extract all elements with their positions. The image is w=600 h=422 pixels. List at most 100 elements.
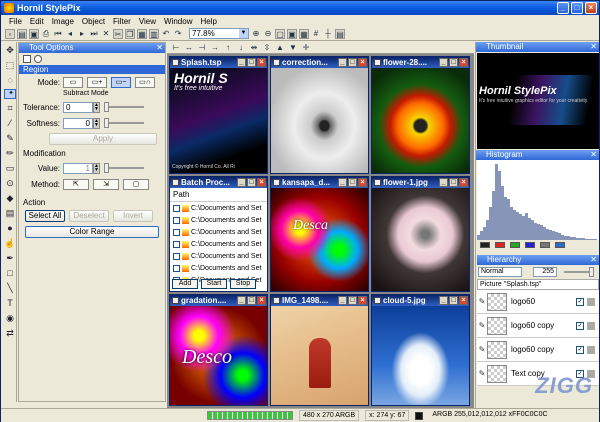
layer-row[interactable]: ✎ logo60 copy ✓ <box>477 314 599 338</box>
gradient-tool-icon[interactable]: ▤ <box>4 207 16 219</box>
close-icon[interactable]: × <box>257 178 266 187</box>
minimize-icon[interactable]: _ <box>237 58 246 67</box>
maximize-icon[interactable]: □ <box>348 178 357 187</box>
doc-window-splash[interactable]: Splash.tsp _ □ × Hornil S It's free intuit… <box>169 56 268 174</box>
redo-icon[interactable]: ↷ <box>173 29 183 39</box>
close-icon[interactable]: × <box>459 58 468 67</box>
distribute-h-icon[interactable]: ⇹ <box>249 43 259 53</box>
deselect-button[interactable]: Deselect <box>69 210 109 222</box>
color-range-button[interactable]: Color Range <box>25 226 159 238</box>
doc-canvas[interactable]: Desca <box>271 188 368 291</box>
maximize-icon[interactable]: □ <box>348 58 357 67</box>
close-icon[interactable]: × <box>358 58 367 67</box>
method-expand-button[interactable]: ⇱ <box>63 178 89 190</box>
add-button[interactable]: Add <box>172 279 198 289</box>
minimize-icon[interactable]: _ <box>237 178 246 187</box>
menu-edit[interactable]: Edit <box>26 17 48 26</box>
full-view-icon[interactable]: ▦ <box>299 28 309 39</box>
doc-window-cloud[interactable]: cloud-5.jpg _ □ × <box>371 294 470 406</box>
list-item[interactable]: C:\Documents and Set <box>170 226 267 238</box>
maximize-icon[interactable]: □ <box>449 58 458 67</box>
menu-file[interactable]: File <box>5 17 26 26</box>
doc-title[interactable]: IMG_1498.... _ □ × <box>271 295 368 306</box>
actual-size-icon[interactable]: ▣ <box>287 28 297 39</box>
eraser-tool-icon[interactable]: ▭ <box>4 162 16 174</box>
zoom-in-icon[interactable]: ⊕ <box>251 29 261 39</box>
method-border-button[interactable]: ▢ <box>123 178 149 190</box>
crop-icon[interactable]: ▥ <box>149 28 159 39</box>
select-all-button[interactable]: Select All <box>25 210 65 222</box>
doc-title[interactable]: cloud-5.jpg _ □ × <box>372 295 469 306</box>
doc-canvas[interactable]: Desco <box>170 306 267 405</box>
maximize-icon[interactable]: □ <box>247 58 256 67</box>
menu-window[interactable]: Window <box>160 17 196 26</box>
arrow-up-icon[interactable]: ↑ <box>223 43 233 53</box>
close-icon[interactable]: × <box>358 296 367 305</box>
crop-tool-icon[interactable]: ⌗ <box>4 102 16 114</box>
visibility-checkbox[interactable]: ✓ <box>576 297 584 306</box>
softness-input[interactable]: 0 <box>63 117 93 129</box>
close-button[interactable]: × <box>585 2 597 14</box>
doc-title[interactable]: correction... _ □ × <box>271 57 368 68</box>
close-icon[interactable]: ✕ <box>590 150 597 160</box>
value-slider[interactable] <box>104 163 144 173</box>
lock-icon[interactable] <box>587 345 595 354</box>
doc-title[interactable]: kansapa_d... _ □ × <box>271 177 368 188</box>
layer-row[interactable]: ✎ logo60 ✓ <box>477 290 599 314</box>
stop-button[interactable]: Stop <box>230 279 256 289</box>
close-icon[interactable]: ✕ <box>590 255 597 265</box>
visibility-checkbox[interactable]: ✓ <box>576 321 584 330</box>
new-icon[interactable]: ▫ <box>5 28 15 39</box>
mode-new-button[interactable]: ▭ <box>63 76 83 88</box>
tolerance-slider[interactable] <box>104 102 144 112</box>
align-right-icon[interactable]: ⊣ <box>197 43 207 53</box>
menu-help[interactable]: Help <box>196 17 220 26</box>
visibility-checkbox[interactable]: ✓ <box>576 345 584 354</box>
channel-red-icon[interactable] <box>495 242 505 248</box>
line-tool-icon[interactable]: ╲ <box>4 282 16 294</box>
chevron-down-icon[interactable]: ▼ <box>239 29 248 38</box>
lock-icon[interactable] <box>587 297 595 306</box>
doc-title[interactable]: flower-1.jpg _ □ × <box>372 177 469 188</box>
value-input[interactable]: 1 <box>63 162 93 174</box>
open-icon[interactable]: ▤ <box>17 28 27 39</box>
opacity-slider[interactable] <box>564 267 594 277</box>
pencil-tool-icon[interactable]: ✏ <box>4 147 16 159</box>
blur-tool-icon[interactable]: ● <box>4 222 16 234</box>
blend-mode-select[interactable]: Normal <box>478 267 522 277</box>
prev-icon[interactable]: ◂ <box>65 29 75 39</box>
doc-canvas[interactable] <box>372 306 469 405</box>
channel-blue-icon[interactable] <box>525 242 535 248</box>
maximize-icon[interactable]: □ <box>348 296 357 305</box>
channel-luma-icon[interactable] <box>555 242 565 248</box>
menu-view[interactable]: View <box>135 17 160 26</box>
value-spinner[interactable]: ▲ ▼ <box>93 162 100 174</box>
ellipse-shape-icon[interactable] <box>34 55 42 63</box>
tolerance-input[interactable]: 0 <box>63 101 93 113</box>
doc-window-correction[interactable]: correction... _ □ × <box>270 56 369 174</box>
start-button[interactable]: Start <box>201 279 227 289</box>
delete-icon[interactable]: ✕ <box>101 29 111 39</box>
minimize-button[interactable]: _ <box>557 2 569 14</box>
doc-title[interactable]: gradation.... _ □ × <box>170 295 267 306</box>
mode-intersect-button[interactable]: ▭∩ <box>135 76 155 88</box>
channel-green-icon[interactable] <box>510 242 520 248</box>
doc-canvas[interactable] <box>372 68 469 173</box>
maximize-icon[interactable]: □ <box>247 178 256 187</box>
doc-title[interactable]: Batch Proc... _ □ × <box>170 177 267 188</box>
doc-title[interactable]: flower-28.... _ □ × <box>372 57 469 68</box>
zoom-select[interactable]: 77.8% ▼ <box>189 28 249 39</box>
method-contract-button[interactable]: ⇲ <box>93 178 119 190</box>
copy-icon[interactable]: ❐ <box>125 28 135 39</box>
doc-window-batch[interactable]: Batch Proc... _ □ × Path C:\Documents and … <box>169 176 268 292</box>
invert-button[interactable]: Invert <box>113 210 153 222</box>
minimize-icon[interactable]: _ <box>439 58 448 67</box>
list-item[interactable]: C:\Documents and Set <box>170 214 267 226</box>
doc-window-img1498[interactable]: IMG_1498.... _ □ × <box>270 294 369 406</box>
channel-alpha-icon[interactable] <box>540 242 550 248</box>
close-icon[interactable]: ✕ <box>156 43 163 53</box>
bring-front-icon[interactable]: ▲ <box>275 43 285 53</box>
tolerance-spinner[interactable]: ▲ ▼ <box>93 101 100 113</box>
save-icon[interactable]: ▣ <box>29 28 39 39</box>
arrow-down-icon[interactable]: ↓ <box>236 43 246 53</box>
